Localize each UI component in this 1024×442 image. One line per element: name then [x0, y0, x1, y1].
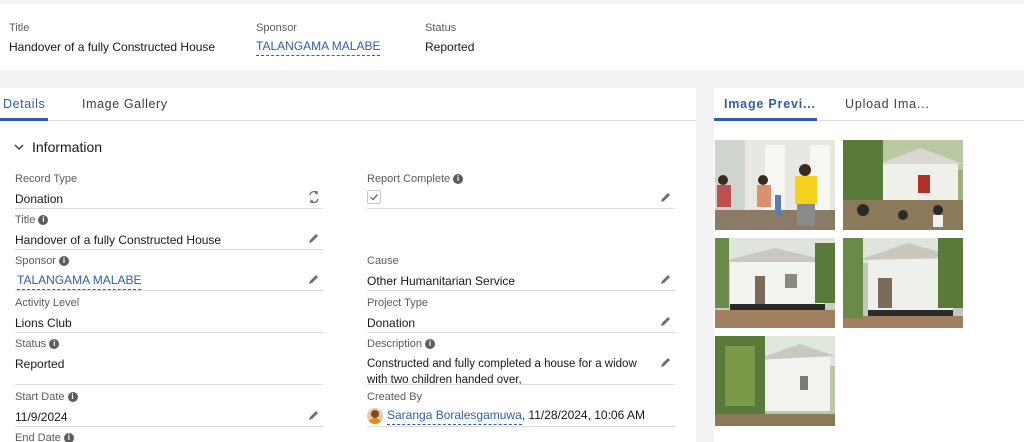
- tab-upload-image[interactable]: Upload Ima...: [845, 97, 930, 111]
- field-value: Lions Club: [15, 316, 72, 330]
- checkbox-checked-icon: [370, 194, 379, 201]
- section-title: Information: [32, 139, 103, 155]
- field-label: Description: [367, 338, 423, 350]
- field-value: Other Humanitarian Service: [367, 274, 516, 288]
- gallery-image-5[interactable]: [715, 336, 835, 426]
- info-icon[interactable]: i: [49, 339, 60, 349]
- tab-details[interactable]: Details: [3, 97, 45, 111]
- edit-icon[interactable]: [307, 408, 321, 422]
- field-start-date: Start Date i 11/9/2024: [15, 390, 323, 427]
- header-title-value: Handover of a fully Constructed House: [9, 40, 216, 54]
- field-divider: [367, 208, 675, 209]
- field-value: Donation: [367, 316, 416, 330]
- section-information-header[interactable]: Information: [14, 139, 102, 155]
- header-status-label: Status: [425, 22, 457, 34]
- field-divider: [15, 384, 323, 385]
- gallery-image-1[interactable]: [715, 140, 835, 230]
- field-cause: Cause Other Humanitarian Service: [367, 254, 675, 291]
- header-title-label: Title: [9, 22, 30, 34]
- info-icon[interactable]: i: [38, 215, 49, 225]
- edit-icon[interactable]: [659, 272, 673, 286]
- image-panel: Image Previ... Upload Ima...: [714, 88, 1024, 442]
- field-divider: [15, 208, 323, 209]
- field-label: End Date: [15, 432, 61, 442]
- field-record-type: Record Type Donation: [15, 172, 323, 209]
- field-label: Start Date: [15, 391, 65, 403]
- field-value: Handover of a fully Constructed House: [15, 233, 222, 247]
- edit-icon[interactable]: [659, 190, 673, 204]
- field-label: Activity Level: [15, 297, 80, 309]
- field-divider: [15, 332, 323, 333]
- gallery-image-3[interactable]: [715, 238, 835, 328]
- field-created-by: Created By Saranga Boralesgamuwa, 11/28/…: [367, 390, 675, 427]
- tab-image-preview[interactable]: Image Previ...: [724, 97, 816, 111]
- field-label: Cause: [367, 255, 399, 267]
- details-panel: Details Image Gallery Information Record…: [0, 88, 696, 442]
- sponsor-link[interactable]: TALANGAMA MALABE: [17, 273, 142, 290]
- header-status-field: Status Reported: [425, 22, 474, 54]
- tab-image-gallery[interactable]: Image Gallery: [82, 97, 168, 111]
- field-label: Status: [15, 338, 47, 350]
- field-divider: [15, 426, 323, 427]
- field-label: Created By: [367, 391, 423, 403]
- image-tabs: Image Previ... Upload Ima...: [714, 88, 1024, 121]
- field-divider: [367, 384, 675, 385]
- field-label: Project Type: [367, 297, 428, 309]
- gallery-image-2[interactable]: [843, 140, 963, 230]
- edit-icon[interactable]: [659, 355, 673, 369]
- detail-tabs: Details Image Gallery: [0, 88, 696, 121]
- info-icon[interactable]: i: [63, 433, 74, 442]
- info-icon[interactable]: i: [58, 256, 69, 266]
- field-description: Description i Constructed and fully compl…: [367, 337, 675, 386]
- created-by-user-link[interactable]: Saranga Boralesgamuwa: [387, 408, 522, 425]
- field-activity-level: Activity Level Lions Club: [15, 296, 323, 333]
- field-report-complete: Report Complete i: [367, 172, 675, 209]
- tab-image-preview-underline: [714, 118, 817, 121]
- created-by-timestamp: , 11/28/2024, 10:06 AM: [521, 408, 645, 422]
- chevron-down-icon: [14, 144, 24, 150]
- field-value: 11/9/2024: [15, 410, 68, 424]
- field-divider: [367, 290, 675, 291]
- field-label: Title: [15, 214, 36, 226]
- field-label: Sponsor: [15, 255, 56, 267]
- change-record-type-icon[interactable]: [307, 190, 321, 204]
- field-value: Donation: [15, 192, 64, 206]
- edit-icon[interactable]: [307, 231, 321, 245]
- field-end-date: End Date i: [15, 431, 323, 442]
- field-label: Report Complete: [367, 173, 451, 185]
- header-title-field: Title Handover of a fully Constructed Ho…: [9, 22, 215, 54]
- edit-icon[interactable]: [307, 272, 321, 286]
- header-sponsor-field: Sponsor TALANGAMA MALABE: [256, 22, 381, 56]
- record-header: Title Handover of a fully Constructed Ho…: [0, 4, 1024, 70]
- report-complete-checkbox[interactable]: [367, 190, 381, 204]
- field-divider: [15, 290, 323, 291]
- field-label: Record Type: [15, 173, 78, 185]
- header-status-value: Reported: [425, 40, 475, 54]
- field-divider: [15, 249, 323, 250]
- field-divider: [367, 332, 675, 333]
- tab-details-underline: [0, 118, 48, 121]
- field-status: Status i Reported: [15, 337, 323, 385]
- field-value: Reported: [15, 357, 65, 371]
- header-sponsor-link[interactable]: TALANGAMA MALABE: [256, 39, 381, 56]
- gallery-image-4[interactable]: [843, 238, 963, 328]
- header-sponsor-label: Sponsor: [256, 22, 297, 34]
- field-project-type: Project Type Donation: [367, 296, 675, 333]
- field-divider: [367, 426, 675, 427]
- edit-icon[interactable]: [659, 314, 673, 328]
- info-icon[interactable]: i: [453, 174, 464, 184]
- info-icon[interactable]: i: [425, 339, 436, 349]
- field-title: Title i Handover of a fully Constructed H…: [15, 213, 323, 250]
- user-avatar: [367, 407, 383, 424]
- info-icon[interactable]: i: [67, 392, 78, 402]
- field-sponsor: Sponsor i TALANGAMA MALABE: [15, 254, 323, 291]
